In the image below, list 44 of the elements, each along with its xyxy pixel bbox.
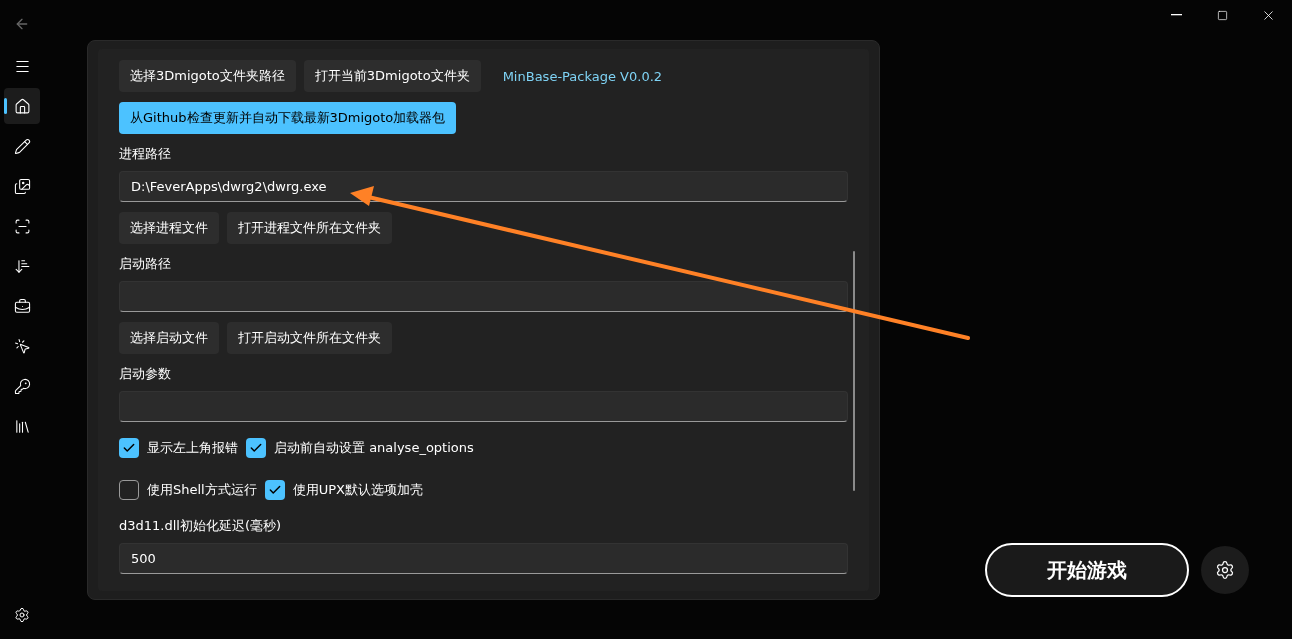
checkbox[interactable]: [119, 480, 139, 500]
check-icon: [249, 441, 263, 455]
action-button[interactable]: 从Github检查更新并自动下载最新3Dmigoto加载器包: [119, 102, 457, 134]
checkbox[interactable]: [119, 438, 139, 458]
settings-icon: [14, 607, 30, 623]
input-field[interactable]: [119, 391, 848, 422]
home-icon: [13, 97, 31, 115]
checkbox[interactable]: [264, 480, 285, 500]
home-nav-button[interactable]: [4, 88, 40, 124]
action-button[interactable]: 选择进程文件: [119, 212, 219, 244]
image-icon: [13, 177, 31, 195]
sort-down-icon: [13, 257, 31, 275]
key-icon: [13, 377, 31, 395]
checkbox-label: 启动前自动设置 analyse_options: [274, 439, 474, 457]
checkbox-label: 使用UPX默认选项加壳: [292, 481, 423, 499]
action-button[interactable]: 打开启动文件所在文件夹: [227, 322, 392, 354]
field-label: 进程路径: [119, 145, 171, 163]
pointer-icon: [13, 337, 31, 355]
scrollbar[interactable]: [853, 251, 855, 491]
scanner-icon: [13, 217, 31, 235]
check-icon: [122, 441, 136, 455]
field-label: d3d11.dll初始化延迟(毫秒): [119, 517, 282, 535]
checkbox[interactable]: [246, 438, 266, 458]
field-label: 启动路径: [119, 255, 171, 273]
library-icon: [13, 417, 31, 435]
settings-button[interactable]: [1201, 546, 1249, 594]
version-text: MinBase-Package V0.0.2: [502, 68, 663, 84]
field-label: 启动参数: [119, 365, 171, 383]
input-field[interactable]: [119, 281, 848, 312]
action-button[interactable]: 打开当前3Dmigoto文件夹: [303, 60, 481, 92]
checkbox-label: 显示左上角报错: [147, 439, 238, 457]
settings-icon: [1215, 560, 1235, 580]
pencil-icon: [13, 137, 31, 155]
check-icon: [267, 483, 282, 497]
input-field[interactable]: 500: [119, 543, 848, 574]
briefcase-icon: [13, 297, 31, 315]
maximize-icon: [1216, 9, 1228, 21]
checkbox-label: 使用Shell方式运行: [147, 481, 257, 499]
minimize-icon: [1170, 14, 1182, 16]
action-button[interactable]: 打开进程文件所在文件夹: [227, 212, 392, 244]
action-button[interactable]: 选择3Dmigoto文件夹路径: [119, 60, 296, 92]
start-game-button[interactable]: 开始游戏: [985, 543, 1189, 597]
action-button[interactable]: 选择启动文件: [119, 322, 219, 354]
input-field[interactable]: D:\FeverApps\dwrg2\dwrg.exe: [119, 171, 848, 202]
